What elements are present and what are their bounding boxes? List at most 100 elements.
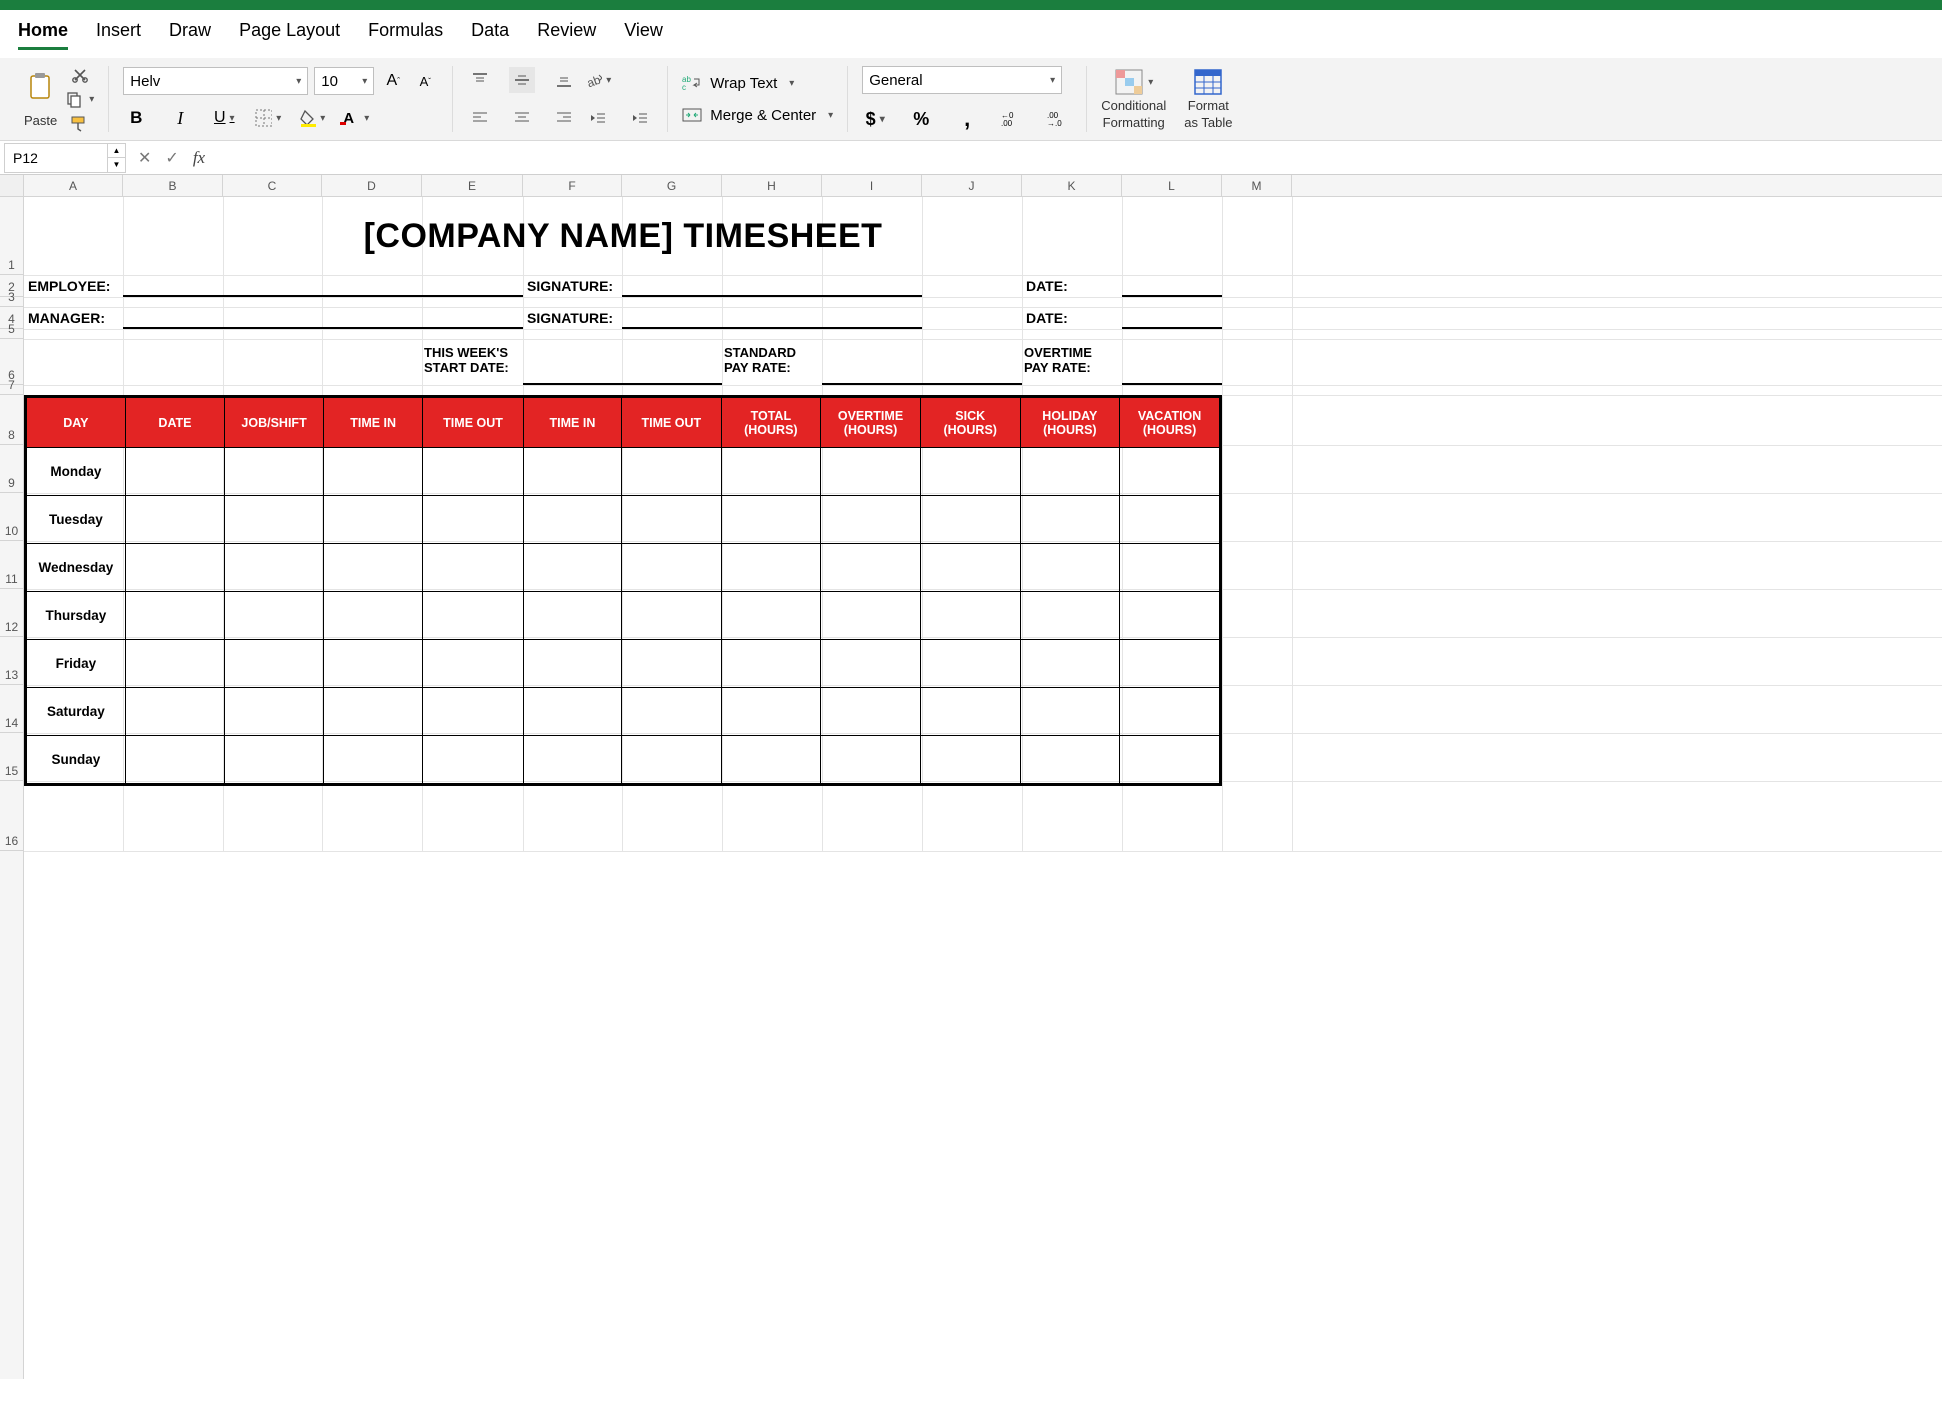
align-top-icon[interactable] bbox=[467, 67, 493, 93]
data-cell[interactable] bbox=[1120, 592, 1220, 640]
data-cell[interactable] bbox=[821, 640, 921, 688]
cut-icon[interactable] bbox=[65, 66, 94, 84]
employee-signature-field[interactable] bbox=[622, 295, 922, 297]
data-cell[interactable] bbox=[423, 448, 523, 496]
manager-field[interactable] bbox=[123, 327, 523, 329]
data-cell[interactable] bbox=[225, 496, 324, 544]
wrap-text-button[interactable]: abc Wrap Text ▾ bbox=[682, 74, 833, 92]
data-cell[interactable] bbox=[1120, 640, 1220, 688]
data-cell[interactable] bbox=[125, 592, 224, 640]
row-header[interactable]: 1 bbox=[0, 197, 23, 275]
row-header[interactable]: 3 bbox=[0, 297, 23, 307]
data-cell[interactable] bbox=[323, 592, 422, 640]
data-cell[interactable] bbox=[721, 736, 821, 784]
column-header[interactable]: M bbox=[1222, 175, 1292, 196]
increase-font-icon[interactable]: Aˆ bbox=[380, 68, 406, 94]
data-cell[interactable] bbox=[125, 688, 224, 736]
overtime-rate-field[interactable] bbox=[1122, 383, 1222, 385]
bold-button[interactable]: B bbox=[123, 105, 149, 131]
borders-button[interactable]: ▾ bbox=[255, 105, 281, 131]
row-header[interactable]: 11 bbox=[0, 541, 23, 589]
data-cell[interactable] bbox=[423, 592, 523, 640]
row-header[interactable]: 13 bbox=[0, 637, 23, 685]
data-cell[interactable] bbox=[1020, 544, 1120, 592]
column-header[interactable]: G bbox=[622, 175, 722, 196]
align-right-icon[interactable] bbox=[551, 105, 577, 131]
font-color-button[interactable]: A ▾ bbox=[343, 105, 369, 131]
data-cell[interactable] bbox=[1020, 448, 1120, 496]
currency-button[interactable]: $ ▾ bbox=[862, 106, 888, 132]
merge-center-button[interactable]: Merge & Center ▾ bbox=[682, 106, 833, 124]
data-cell[interactable] bbox=[622, 448, 721, 496]
row-header[interactable]: 8 bbox=[0, 395, 23, 445]
spinner-down-icon[interactable]: ▼ bbox=[108, 158, 125, 172]
data-cell[interactable] bbox=[1020, 496, 1120, 544]
manager-signature-field[interactable] bbox=[622, 327, 922, 329]
data-cell[interactable] bbox=[1120, 544, 1220, 592]
column-header[interactable]: H bbox=[722, 175, 822, 196]
cancel-icon[interactable]: ✕ bbox=[138, 148, 151, 168]
data-cell[interactable] bbox=[1020, 688, 1120, 736]
data-cell[interactable] bbox=[721, 496, 821, 544]
data-cell[interactable] bbox=[721, 544, 821, 592]
data-cell[interactable] bbox=[1020, 736, 1120, 784]
underline-button[interactable]: U ▾ bbox=[211, 105, 237, 131]
row-header[interactable]: 16 bbox=[0, 781, 23, 851]
ribbon-tab-review[interactable]: Review bbox=[537, 20, 596, 50]
formula-input[interactable] bbox=[217, 141, 1942, 174]
increase-indent-icon[interactable] bbox=[627, 105, 653, 131]
data-cell[interactable] bbox=[523, 496, 621, 544]
decrease-indent-icon[interactable] bbox=[585, 105, 611, 131]
data-cell[interactable] bbox=[821, 592, 921, 640]
align-center-icon[interactable] bbox=[509, 105, 535, 131]
data-cell[interactable] bbox=[920, 640, 1020, 688]
data-cell[interactable] bbox=[821, 736, 921, 784]
data-cell[interactable] bbox=[1020, 592, 1120, 640]
data-cell[interactable] bbox=[920, 688, 1020, 736]
format-as-table-icon[interactable] bbox=[1193, 68, 1223, 96]
data-cell[interactable] bbox=[1020, 640, 1120, 688]
format-painter-icon[interactable] bbox=[65, 114, 94, 132]
data-cell[interactable] bbox=[323, 448, 422, 496]
percent-button[interactable]: % bbox=[908, 106, 934, 132]
copy-icon[interactable]: ▾ bbox=[65, 90, 94, 108]
data-cell[interactable] bbox=[721, 688, 821, 736]
data-cell[interactable] bbox=[323, 640, 422, 688]
comma-button[interactable]: , bbox=[954, 106, 980, 132]
ribbon-tab-page-layout[interactable]: Page Layout bbox=[239, 20, 340, 50]
data-cell[interactable] bbox=[920, 496, 1020, 544]
font-name-combo[interactable]: Helv ▾ bbox=[123, 67, 308, 95]
data-cell[interactable] bbox=[125, 544, 224, 592]
ribbon-tab-view[interactable]: View bbox=[624, 20, 663, 50]
data-cell[interactable] bbox=[920, 592, 1020, 640]
data-cell[interactable] bbox=[323, 736, 422, 784]
data-cell[interactable] bbox=[821, 688, 921, 736]
data-cell[interactable] bbox=[721, 592, 821, 640]
employee-field[interactable] bbox=[123, 295, 523, 297]
data-cell[interactable] bbox=[423, 496, 523, 544]
name-box-spinner[interactable]: ▲ ▼ bbox=[108, 143, 126, 173]
data-cell[interactable] bbox=[523, 736, 621, 784]
decrease-font-icon[interactable]: Aˇ bbox=[412, 68, 438, 94]
row-header[interactable]: 10 bbox=[0, 493, 23, 541]
column-header[interactable]: D bbox=[322, 175, 422, 196]
data-cell[interactable] bbox=[323, 688, 422, 736]
enter-icon[interactable]: ✓ bbox=[165, 148, 178, 168]
data-cell[interactable] bbox=[423, 640, 523, 688]
column-header[interactable]: A bbox=[24, 175, 123, 196]
data-cell[interactable] bbox=[225, 592, 324, 640]
data-cell[interactable] bbox=[622, 544, 721, 592]
data-cell[interactable] bbox=[821, 448, 921, 496]
italic-button[interactable]: I bbox=[167, 105, 193, 131]
row-header[interactable]: 15 bbox=[0, 733, 23, 781]
data-cell[interactable] bbox=[225, 544, 324, 592]
data-cell[interactable] bbox=[323, 496, 422, 544]
column-header[interactable]: I bbox=[822, 175, 922, 196]
align-left-icon[interactable] bbox=[467, 105, 493, 131]
data-cell[interactable] bbox=[721, 640, 821, 688]
column-header[interactable]: K bbox=[1022, 175, 1122, 196]
align-bottom-icon[interactable] bbox=[551, 67, 577, 93]
data-cell[interactable] bbox=[523, 592, 621, 640]
row-header[interactable]: 12 bbox=[0, 589, 23, 637]
column-header[interactable]: J bbox=[922, 175, 1022, 196]
